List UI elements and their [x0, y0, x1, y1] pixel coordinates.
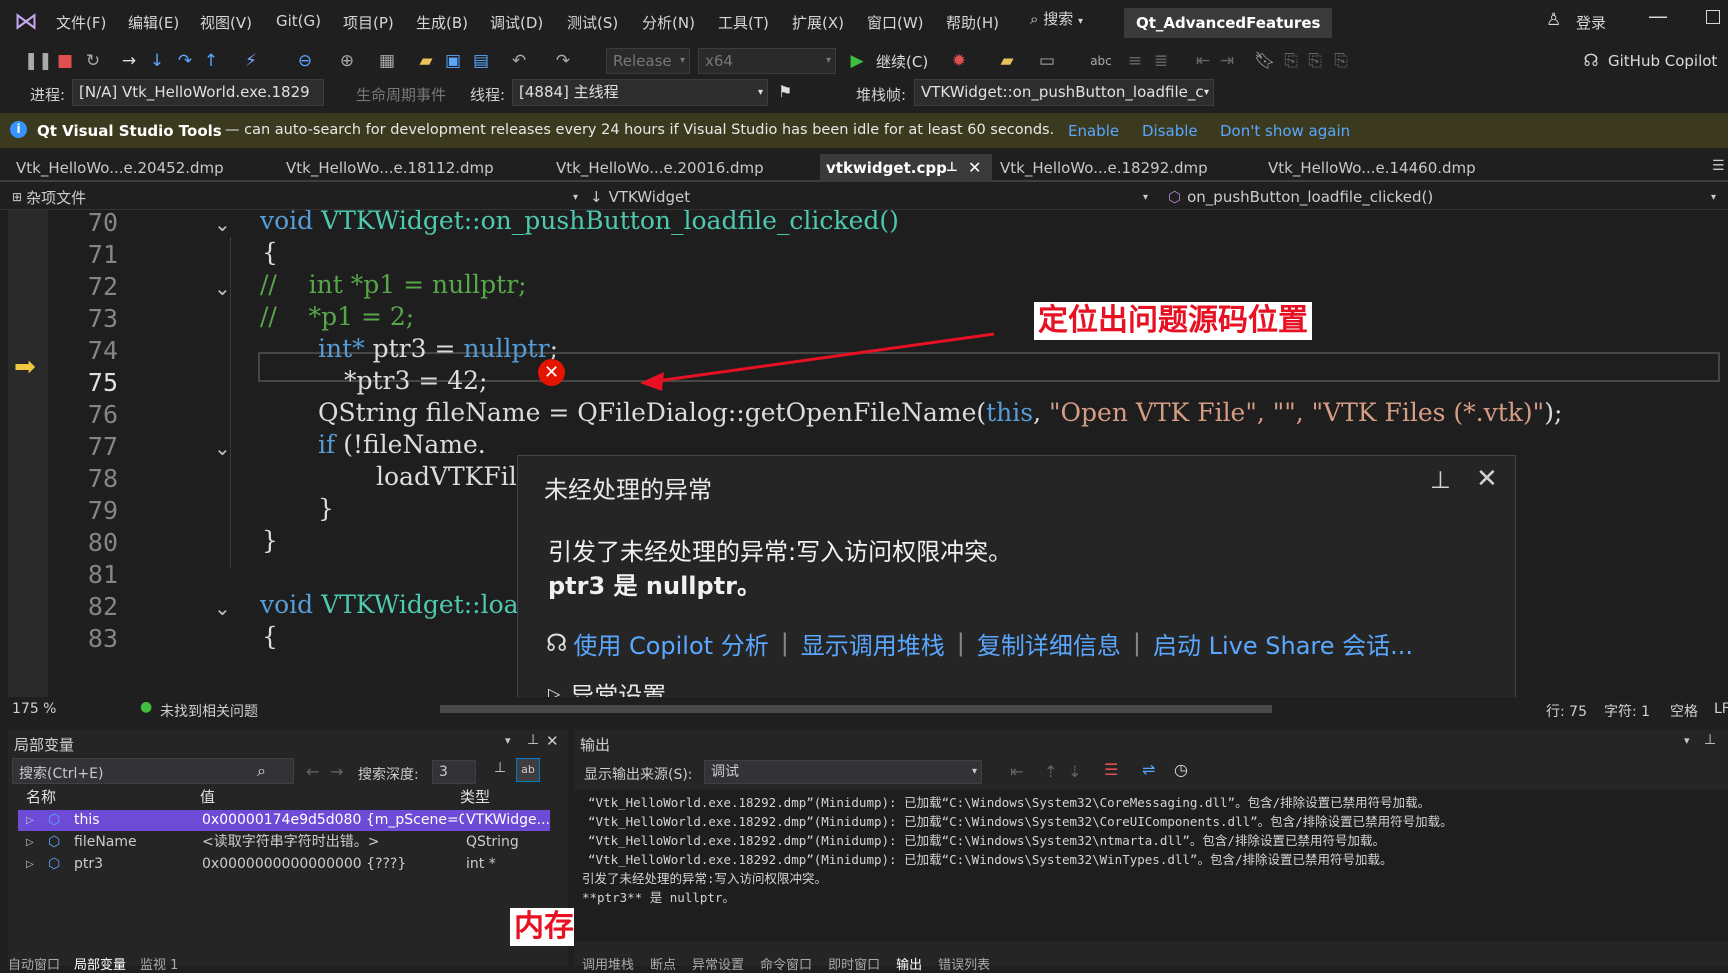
pin-icon[interactable]: ⊥	[1430, 466, 1451, 494]
output-source-value: 调试	[711, 764, 739, 780]
column-header-name: 名称	[26, 788, 57, 806]
expand-icon[interactable]: ▷	[26, 854, 34, 875]
output-bottom-tabs: 调用堆栈 断点 异常设置 命令窗口 即时窗口 输出 错误列表	[582, 954, 990, 973]
locals-row-this[interactable]: ▷ ⬡ this 0x00000174e9d5d080 {m_pScene=0x…	[18, 810, 550, 831]
hex-display-icon[interactable]: ab	[516, 758, 540, 782]
separator: |	[780, 629, 789, 657]
zoom-level[interactable]: 175 %	[12, 701, 56, 717]
char-indicator: 字符: 1	[1604, 704, 1651, 720]
tab-breakpoints[interactable]: 断点	[650, 954, 676, 973]
local-type: QString	[466, 834, 519, 850]
chevron-down-icon[interactable]: ▾	[505, 734, 511, 747]
separator: |	[956, 629, 965, 657]
local-type: VTKWidge...	[466, 812, 550, 828]
start-live-share-link[interactable]: 启动 Live Share 会话...	[1153, 626, 1413, 661]
copilot-icon: ☊	[546, 629, 568, 657]
column-header-value: 值	[200, 788, 216, 806]
local-type: int *	[466, 856, 496, 872]
horizontal-scrollbar[interactable]	[440, 705, 1272, 713]
exception-detail: ptr3 是 nullptr。	[548, 572, 762, 600]
expand-icon[interactable]: ▷	[26, 810, 34, 831]
show-call-stack-link[interactable]: 显示调用堆栈	[801, 626, 945, 661]
timestamp-icon[interactable]: ◷	[1174, 760, 1188, 779]
search-forward-icon[interactable]: →	[330, 762, 343, 781]
output-source-dropdown[interactable]: 调试 ▾	[704, 760, 982, 784]
find-message-icon[interactable]: ⇤	[1010, 762, 1023, 781]
close-icon[interactable]: ✕	[546, 732, 559, 750]
no-issues-text[interactable]: 未找到相关问题	[160, 701, 258, 721]
search-depth-value: 3	[439, 764, 448, 780]
pin-icon[interactable]: ⊥	[1704, 732, 1716, 748]
annotation-source-location: 定位出问题源码位置	[1034, 302, 1312, 340]
locals-search-box[interactable]: 搜索(Ctrl+E) ⌕	[12, 758, 294, 784]
local-value: 0x00000174e9d5d080 {m_pScene=0x...	[202, 812, 464, 828]
prev-message-icon[interactable]: ⇡	[1044, 762, 1057, 781]
search-depth-dropdown[interactable]: 3	[432, 760, 476, 784]
popup-title: 未经处理的异常	[544, 476, 712, 504]
output-source-label: 显示输出来源(S):	[584, 767, 693, 783]
chevron-down-icon[interactable]: ▾	[1684, 734, 1690, 747]
separator: |	[1132, 629, 1141, 657]
object-icon: ⬡	[48, 856, 61, 872]
output-title: 输出	[580, 736, 611, 754]
search-input-placeholder: 搜索(Ctrl+E)	[19, 766, 104, 782]
locals-title: 局部变量	[14, 736, 75, 754]
output-panel: 输出 ▾ ⊥ 显示输出来源(S): 调试 ▾ ⇤ ⇡ ⇣ ☰ ⇌ ◷ “Vtk_…	[574, 730, 1728, 973]
local-name: fileName	[74, 834, 137, 850]
local-value: <读取字符串字符时出错。>	[202, 834, 380, 850]
output-line: “Vtk_HelloWorld.exe.18292.dmp”(Minidump)…	[588, 795, 1431, 810]
no-issues-icon: ●	[140, 699, 153, 715]
search-depth-label: 搜索深度:	[358, 767, 419, 783]
locals-row-ptr3[interactable]: ▷ ⬡ ptr3 0x0000000000000000 {???} int *	[18, 854, 550, 875]
pin-icon[interactable]: ⊥	[527, 732, 539, 748]
next-message-icon[interactable]: ⇣	[1068, 762, 1081, 781]
editor-status-bar: 175 % ● 未找到相关问题 行: 75 字符: 1 空格 LF	[0, 697, 1728, 721]
tab-autos[interactable]: 自动窗口	[8, 954, 60, 973]
locals-bottom-tabs: 自动窗口 局部变量 监视 1	[8, 954, 178, 973]
copy-details-link[interactable]: 复制详细信息	[977, 626, 1121, 661]
pin-value-icon[interactable]: ⊥	[494, 760, 506, 776]
tab-error-list[interactable]: 错误列表	[938, 954, 990, 973]
output-line: 引发了未经处理的异常:写入访问权限冲突。	[582, 871, 828, 886]
word-wrap-icon[interactable]: ⇌	[1142, 760, 1155, 779]
expand-icon[interactable]: ▷	[26, 832, 34, 853]
chevron-down-icon: ▾	[971, 766, 977, 777]
tab-output[interactable]: 输出	[896, 954, 922, 973]
tab-call-stack[interactable]: 调用堆栈	[582, 954, 634, 973]
column-header-type: 类型	[460, 788, 491, 806]
object-icon: ⬡	[48, 812, 61, 828]
analyze-with-copilot-link[interactable]: 使用 Copilot 分析	[573, 626, 768, 661]
tab-immediate-window[interactable]: 即时窗口	[828, 954, 880, 973]
output-line: “Vtk_HelloWorld.exe.18292.dmp”(Minidump)…	[588, 852, 1393, 867]
locals-row-filename[interactable]: ▷ ⬡ fileName <读取字符串字符时出错。> QString	[18, 832, 550, 853]
object-icon: ⬡	[48, 834, 61, 850]
exception-message: 引发了未经处理的异常:写入访问权限冲突。	[548, 538, 1013, 566]
search-icon: ⌕	[257, 761, 266, 780]
output-line: **ptr3** 是 nullptr。	[582, 890, 735, 905]
local-name: ptr3	[74, 856, 104, 872]
tab-command-window[interactable]: 命令窗口	[760, 954, 812, 973]
line-indicator: 行: 75	[1546, 704, 1587, 720]
output-line: “Vtk_HelloWorld.exe.18292.dmp”(Minidump)…	[588, 814, 1453, 829]
local-name: this	[74, 812, 100, 828]
tab-locals[interactable]: 局部变量	[74, 954, 126, 973]
eol-indicator[interactable]: LF	[1714, 701, 1728, 717]
output-line: “Vtk_HelloWorld.exe.18292.dmp”(Minidump)…	[588, 833, 1385, 848]
close-icon[interactable]: ✕	[1476, 464, 1498, 494]
tab-exception-settings[interactable]: 异常设置	[692, 954, 744, 973]
output-text-area[interactable]: “Vtk_HelloWorld.exe.18292.dmp”(Minidump)…	[574, 790, 1728, 942]
local-value: 0x0000000000000000 {???}	[202, 856, 407, 872]
tab-watch-1[interactable]: 监视 1	[140, 954, 178, 973]
clear-all-icon[interactable]: ☰	[1104, 760, 1118, 779]
whitespace-indicator[interactable]: 空格	[1670, 701, 1698, 721]
unhandled-exception-popup: 未经处理的异常 ⊥ ✕ 引发了未经处理的异常:写入访问权限冲突。 ptr3 是 …	[517, 455, 1516, 710]
locals-panel: 局部变量 ▾ ⊥ ✕ 搜索(Ctrl+E) ⌕ ← → 搜索深度: 3 ⊥ ab…	[8, 730, 568, 973]
popup-actions: ☊ 使用 Copilot 分析 | 显示调用堆栈 | 复制详细信息 | 启动 L…	[546, 626, 1413, 660]
search-back-icon[interactable]: ←	[306, 762, 319, 781]
